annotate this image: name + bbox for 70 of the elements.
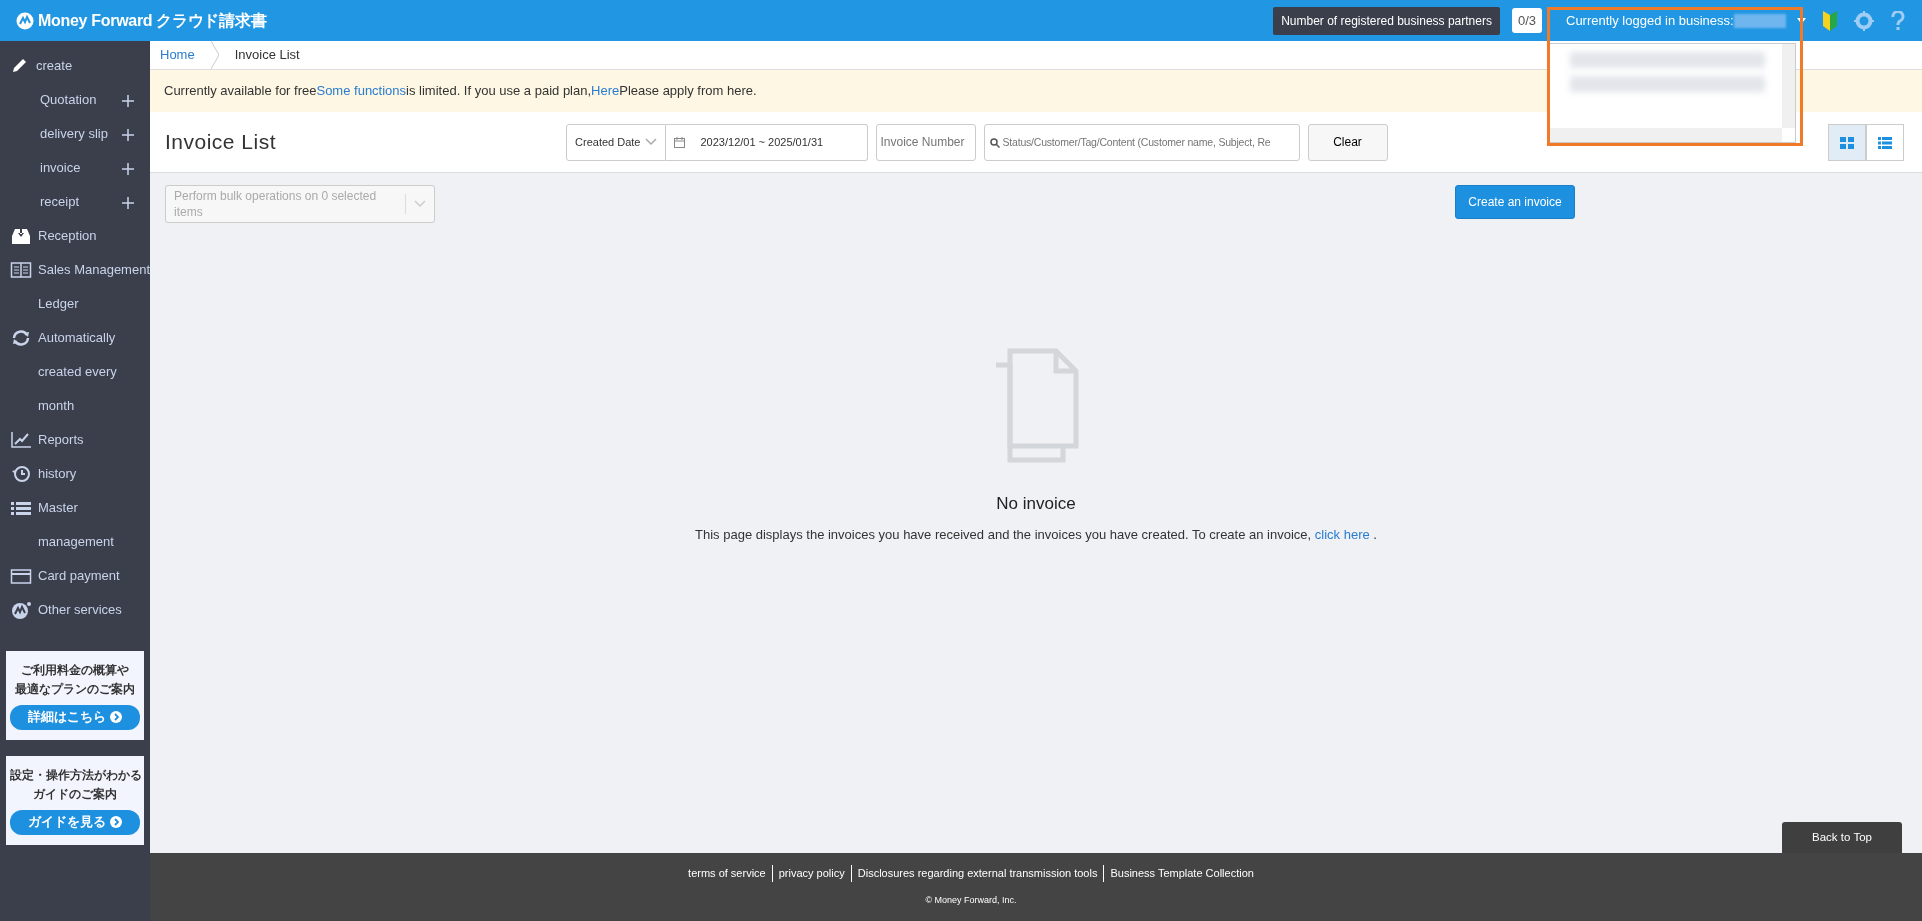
menu-item[interactable]: invoice bbox=[40, 159, 81, 177]
invoice-number-field[interactable]: Invoice Number bbox=[875, 123, 976, 161]
menu-item[interactable]: Automatically created every month bbox=[38, 321, 150, 423]
banner-text: 設定・操作方法がわかる ガイドのご案内 bbox=[10, 767, 140, 802]
grid-icon[interactable] bbox=[1840, 136, 1854, 149]
breadcrumb-link[interactable]: Home bbox=[160, 45, 195, 65]
plus-icon[interactable] bbox=[122, 163, 134, 175]
breadcrumb-current: Invoice List bbox=[234, 46, 300, 65]
empty-message: This page displays the invoices you have received and the invoices you have created. To create an invoice, click here . bbox=[695, 525, 1377, 544]
footer-link[interactable]: privacy policy bbox=[771, 865, 851, 882]
back-to-top-button[interactable]: Back to Top bbox=[1782, 822, 1902, 853]
menu-item[interactable]: Quotation bbox=[40, 91, 97, 109]
card-icon bbox=[10, 567, 32, 585]
chevron-down-icon bbox=[414, 200, 426, 208]
partner-count: 0/3 bbox=[1511, 7, 1542, 34]
arrow-circle-icon bbox=[109, 711, 122, 723]
menu-item[interactable]: Sales Management Ledger bbox=[38, 253, 150, 321]
footer-link[interactable]: Business Template Collection bbox=[1103, 865, 1260, 882]
chevron-down-icon bbox=[644, 138, 657, 146]
list-icon bbox=[10, 499, 32, 517]
list-icon[interactable] bbox=[1878, 136, 1892, 149]
banner-text: ご利用料金の概算や 最適なプランのご案内 bbox=[14, 663, 136, 698]
notice-link[interactable]: Some functions bbox=[316, 83, 407, 99]
brand-name: Money Forward bbox=[38, 10, 153, 31]
page-title: Invoice List bbox=[165, 129, 277, 156]
chevron-icon bbox=[210, 41, 219, 69]
logo-mark-icon bbox=[10, 601, 32, 619]
product-name: クラウド請求書 bbox=[156, 10, 267, 31]
notice-link[interactable]: Here bbox=[591, 83, 620, 99]
search-field[interactable]: Status/Customer/Tag/Content (Customer name, Subject, Re bbox=[983, 123, 1300, 161]
search-icon bbox=[989, 137, 1000, 148]
menu-item[interactable]: create bbox=[36, 57, 150, 75]
settings-icon[interactable] bbox=[1854, 10, 1874, 31]
plus-icon[interactable] bbox=[122, 95, 134, 107]
calendar-icon bbox=[673, 136, 685, 148]
plus-icon[interactable] bbox=[122, 197, 134, 209]
select-placeholder: Perform bulk operations on 0 selected items bbox=[174, 188, 378, 220]
date-type-select[interactable]: Created Date bbox=[566, 123, 666, 161]
beginner-mark-icon[interactable] bbox=[1822, 10, 1838, 31]
menu-item[interactable]: delivery slip bbox=[40, 125, 108, 143]
menu-item[interactable]: Other services bbox=[38, 593, 150, 627]
menu-item[interactable]: Card payment bbox=[38, 559, 150, 593]
tooltip: Number of registered business partners bbox=[1273, 6, 1500, 35]
document-icon bbox=[993, 348, 1079, 463]
click-here-link[interactable]: click here bbox=[1314, 526, 1370, 542]
inbox-icon bbox=[10, 227, 32, 245]
arrow-circle-icon bbox=[109, 816, 122, 828]
plus-icon[interactable] bbox=[122, 129, 134, 141]
logo-icon bbox=[16, 11, 34, 30]
notice-text: Currently available for freeSome functionsis limited. If you use a paid plan,HerePlease apply from here. bbox=[164, 82, 757, 101]
empty-title: No invoice bbox=[996, 493, 1076, 515]
menu-item[interactable]: Master management bbox=[38, 491, 150, 559]
clear-button[interactable]: Clear bbox=[1307, 123, 1388, 161]
book-icon bbox=[10, 261, 32, 279]
menu-item[interactable]: Reports bbox=[38, 423, 150, 457]
footer-link[interactable]: terms of service bbox=[682, 865, 772, 882]
menu-item[interactable]: history bbox=[38, 457, 150, 491]
view-toggle[interactable] bbox=[1828, 123, 1866, 161]
date-range-field[interactable]: 2023/12/01 ~ 2025/01/31 bbox=[665, 123, 868, 161]
business-label: Currently logged in business: bbox=[1566, 11, 1734, 30]
chart-icon bbox=[10, 431, 32, 449]
copyright: © Money Forward, Inc. bbox=[925, 893, 1017, 907]
redacted-text bbox=[1733, 13, 1786, 28]
menu-item[interactable]: receipt bbox=[40, 193, 80, 211]
history-icon bbox=[10, 465, 32, 483]
help-icon[interactable] bbox=[1890, 10, 1906, 31]
view-toggle[interactable] bbox=[1866, 123, 1904, 161]
footer-link[interactable]: Disclosures regarding external transmission tools bbox=[850, 865, 1104, 882]
menu-item[interactable]: Reception bbox=[38, 219, 150, 253]
sync-icon bbox=[10, 329, 32, 347]
